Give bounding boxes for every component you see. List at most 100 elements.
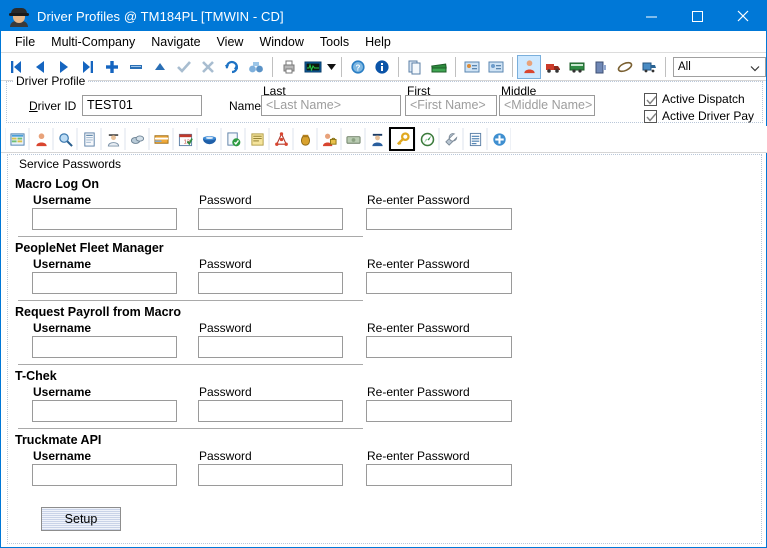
menu-item-tools[interactable]: Tools [312,33,357,51]
truck-icon[interactable] [541,55,565,79]
fuel-icon[interactable] [589,55,613,79]
driver-id-label: Driver ID [29,99,76,113]
tab-notepad-icon[interactable] [245,128,269,150]
reenter-input-2[interactable] [366,336,512,358]
tab-calendar-icon[interactable]: 13 [173,128,197,150]
tab-secure-user-icon[interactable] [317,128,341,150]
tab-add-icon[interactable] [487,128,511,150]
username-input-1[interactable] [32,272,177,294]
menu-item-multi-company[interactable]: Multi-Company [43,33,143,51]
tab-driver-icon[interactable] [101,128,125,150]
refresh-icon[interactable] [220,55,244,79]
cancel-x-icon[interactable] [196,55,220,79]
reenter-label-3: Re-enter Password [367,385,470,399]
menu-item-help[interactable]: Help [357,33,399,51]
username-input-4[interactable] [32,464,177,486]
window-controls [628,1,766,31]
section-divider [18,428,363,429]
password-input-1[interactable] [198,272,343,294]
password-input-2[interactable] [198,336,343,358]
password-input-0[interactable] [198,208,343,230]
tab-coins-icon[interactable] [125,128,149,150]
menu-item-file[interactable]: File [7,33,43,51]
active-driver-pay-label: Active Driver Pay [662,109,754,123]
maximize-button[interactable] [674,1,720,31]
username-input-3[interactable] [32,400,177,422]
menu-item-view[interactable]: View [209,33,252,51]
middle-name-input[interactable]: <Middle Name> [499,95,595,116]
reenter-input-3[interactable] [366,400,512,422]
tab-service-passwords-key-icon[interactable] [389,127,415,151]
database-icon[interactable] [637,55,661,79]
record-filter-value: All [678,61,691,73]
info-icon[interactable] [370,55,394,79]
setup-button-label: Setup [65,512,98,526]
confirm-check-icon[interactable] [172,55,196,79]
tab-payroll-icon[interactable] [149,128,173,150]
tab-approve-doc-icon[interactable] [221,128,245,150]
tab-list-icon[interactable] [463,128,487,150]
svg-text:?: ? [356,63,361,72]
password-input-4[interactable] [198,464,343,486]
globe-help-icon[interactable]: ? [346,55,370,79]
delete-record-icon[interactable] [124,55,148,79]
password-input-3[interactable] [198,400,343,422]
first-name-input[interactable]: <First Name> [405,95,497,116]
menu-item-window[interactable]: Window [251,33,311,51]
tab-notes-icon[interactable] [77,128,101,150]
monitor-dropdown-arrow-icon[interactable] [325,55,337,79]
binoculars-search-icon[interactable] [244,55,268,79]
contact-card-alt-icon[interactable] [484,55,508,79]
name-label: Name [229,99,261,113]
username-input-2[interactable] [32,336,177,358]
add-record-icon[interactable] [100,55,124,79]
minimize-button[interactable] [628,1,674,31]
tab-compass-icon[interactable] [415,128,439,150]
password-label-0: Password [199,193,252,207]
monitor-display-icon[interactable] [301,55,325,79]
username-label-0: Username [33,193,91,207]
section-title-macro-log-on: Macro Log On [15,177,99,191]
driver-profile-group-label: Driver Profile [13,74,88,88]
last-name-input[interactable]: <Last Name> [261,95,401,116]
menu-item-navigate[interactable]: Navigate [143,33,208,51]
edit-record-icon[interactable] [148,55,172,79]
contact-card-icon[interactable] [460,55,484,79]
username-label-3: Username [33,385,91,399]
active-dispatch-checkbox[interactable]: Active Dispatch [644,92,745,106]
driver-profile-icon[interactable] [517,55,541,79]
print-icon[interactable] [277,55,301,79]
trip-icon[interactable] [613,55,637,79]
reenter-input-0[interactable] [366,208,512,230]
trailer-icon[interactable] [565,55,589,79]
username-input-0[interactable] [32,208,177,230]
toolbar-separator [272,57,273,77]
active-driver-pay-checkbox[interactable]: Active Driver Pay [644,109,754,123]
tab-wrench-icon[interactable] [439,128,463,150]
tab-network-icon[interactable] [269,128,293,150]
username-label-4: Username [33,449,91,463]
password-label-4: Password [199,449,252,463]
tab-officer-icon[interactable] [365,128,389,150]
tab-globe-bowl-icon[interactable] [197,128,221,150]
reenter-label-1: Re-enter Password [367,257,470,271]
active-dispatch-label: Active Dispatch [662,92,745,106]
title-bar: Driver Profiles @ TM184PL [TMWIN - CD] [1,1,766,31]
record-filter-combo[interactable]: All [673,57,766,77]
tab-contact-icon[interactable] [29,128,53,150]
section-title-peoplenet-fleet-manager: PeopleNet Fleet Manager [15,241,164,255]
tab-money-bag-icon[interactable] [293,128,317,150]
books-library-icon[interactable] [427,55,451,79]
driver-id-input[interactable]: TEST01 [82,95,202,116]
toolbar-separator [341,57,342,77]
tab-general-icon[interactable] [5,128,29,150]
tab-search-icon[interactable] [53,128,77,150]
reenter-input-4[interactable] [366,464,512,486]
reenter-input-1[interactable] [366,272,512,294]
service-passwords-panel: Service Passwords Macro Log On Username … [7,154,762,544]
tab-cash-icon[interactable] [341,128,365,150]
close-button[interactable] [720,1,766,31]
copy-document-icon[interactable] [403,55,427,79]
reenter-label-0: Re-enter Password [367,193,470,207]
setup-button[interactable]: Setup [41,507,121,531]
